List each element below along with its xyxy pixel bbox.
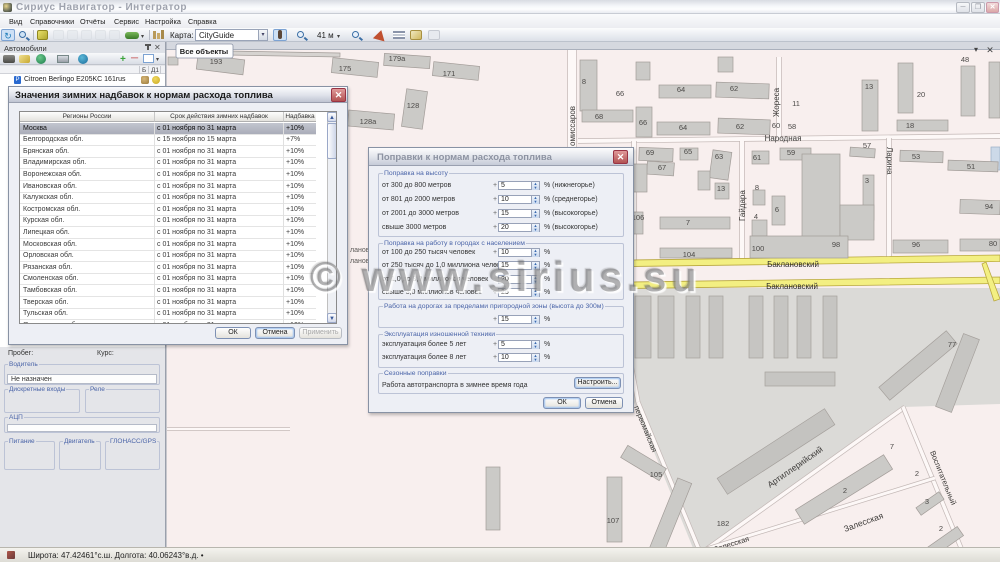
svg-text:8: 8: [755, 183, 759, 192]
svg-text:128: 128: [407, 101, 420, 110]
svg-text:66: 66: [639, 118, 647, 127]
svg-text:68: 68: [595, 112, 603, 121]
svg-text:6: 6: [775, 205, 779, 214]
svg-text:48: 48: [961, 55, 969, 64]
svg-text:60: 60: [772, 121, 780, 130]
svg-text:77: 77: [948, 340, 956, 349]
svg-text:63: 63: [715, 152, 723, 161]
svg-text:7: 7: [890, 442, 894, 451]
svg-text:175: 175: [339, 64, 352, 73]
svg-text:105: 105: [650, 470, 663, 479]
svg-text:2: 2: [915, 469, 919, 478]
svg-text:65: 65: [684, 147, 692, 156]
svg-text:7: 7: [686, 218, 690, 227]
svg-text:80: 80: [989, 239, 997, 248]
svg-text:2: 2: [939, 524, 943, 533]
svg-text:62: 62: [736, 122, 744, 131]
svg-text:182: 182: [717, 519, 730, 528]
svg-text:179а: 179а: [389, 54, 407, 63]
svg-text:96: 96: [912, 240, 920, 249]
svg-text:64: 64: [679, 123, 687, 132]
svg-text:94: 94: [985, 202, 993, 211]
svg-text:20: 20: [917, 90, 925, 99]
svg-text:3: 3: [925, 497, 929, 506]
svg-text:59: 59: [787, 148, 795, 157]
svg-text:омиссаров: омиссаров: [568, 106, 577, 146]
svg-text:171: 171: [443, 69, 456, 78]
svg-text:67: 67: [658, 163, 666, 172]
svg-text:11: 11: [792, 99, 800, 108]
svg-text:107: 107: [607, 516, 620, 525]
svg-text:▾: ▾: [974, 45, 978, 54]
svg-text:51: 51: [967, 162, 975, 171]
svg-text:4: 4: [754, 212, 758, 221]
svg-text:8: 8: [582, 77, 586, 86]
svg-text:Баклановский: Баклановский: [766, 282, 818, 291]
svg-text:57: 57: [863, 141, 871, 150]
svg-text:Ларина: Ларина: [885, 147, 894, 175]
svg-text:64: 64: [677, 85, 685, 94]
svg-text:Народная: Народная: [765, 134, 802, 143]
svg-text:98: 98: [832, 240, 840, 249]
svg-text:13: 13: [865, 82, 873, 91]
svg-text:62: 62: [730, 84, 738, 93]
svg-text:61: 61: [753, 153, 761, 162]
svg-text:✕: ✕: [986, 45, 994, 55]
svg-text:69: 69: [646, 148, 654, 157]
svg-text:Баклановский: Баклановский: [767, 260, 819, 269]
svg-text:66: 66: [616, 89, 624, 98]
svg-text:Все объекты: Все объекты: [180, 47, 228, 56]
svg-text:Гайдара: Гайдара: [738, 190, 747, 221]
svg-text:3: 3: [865, 176, 869, 185]
svg-text:2: 2: [843, 486, 847, 495]
svg-text:128а: 128а: [360, 117, 378, 126]
svg-text:13: 13: [717, 184, 725, 193]
svg-text:53: 53: [912, 152, 920, 161]
svg-text:58: 58: [788, 122, 796, 131]
svg-text:Жореса: Жореса: [772, 87, 781, 117]
svg-text:100: 100: [752, 244, 765, 253]
svg-text:18: 18: [906, 121, 914, 130]
